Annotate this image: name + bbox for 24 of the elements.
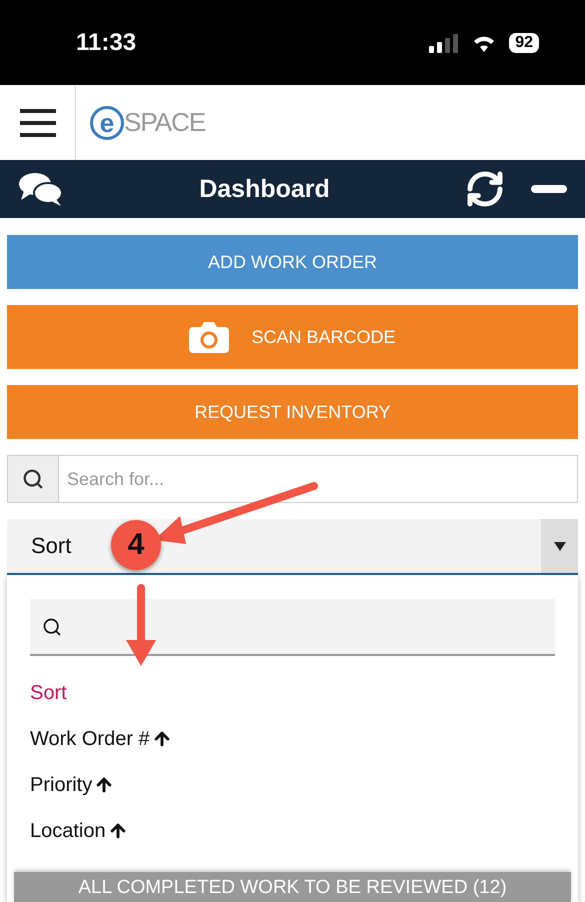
search-icon (22, 468, 44, 490)
search-icon (42, 616, 62, 636)
minimize-icon[interactable] (531, 185, 567, 193)
page-title: Dashboard (199, 174, 330, 204)
clock: 11:33 (76, 28, 136, 56)
search-button[interactable] (8, 456, 59, 502)
arrow-up-icon (152, 729, 172, 749)
logo-text: SPACE (124, 107, 206, 138)
battery-level: 92 (509, 32, 539, 52)
arrow-up-icon (108, 821, 128, 841)
option-search-field[interactable] (30, 599, 555, 656)
sort-option[interactable]: Priority (30, 762, 555, 808)
refresh-icon[interactable] (465, 169, 505, 209)
action-button[interactable]: ADD WORK ORDER (7, 235, 578, 289)
chat-icon[interactable] (18, 171, 64, 207)
review-bar[interactable]: ALL COMPLETED WORK TO BE REVIEWED (12) (14, 872, 571, 902)
logo-mark: e (90, 106, 124, 140)
sort-option[interactable]: Sort (30, 670, 555, 716)
caret-icon (554, 542, 566, 550)
arrow-up-icon (94, 775, 114, 795)
sort-option[interactable]: Work Order # (30, 716, 555, 762)
signal-icon (429, 32, 460, 52)
camera-icon (189, 321, 230, 353)
sort-option[interactable]: Location (30, 808, 555, 854)
